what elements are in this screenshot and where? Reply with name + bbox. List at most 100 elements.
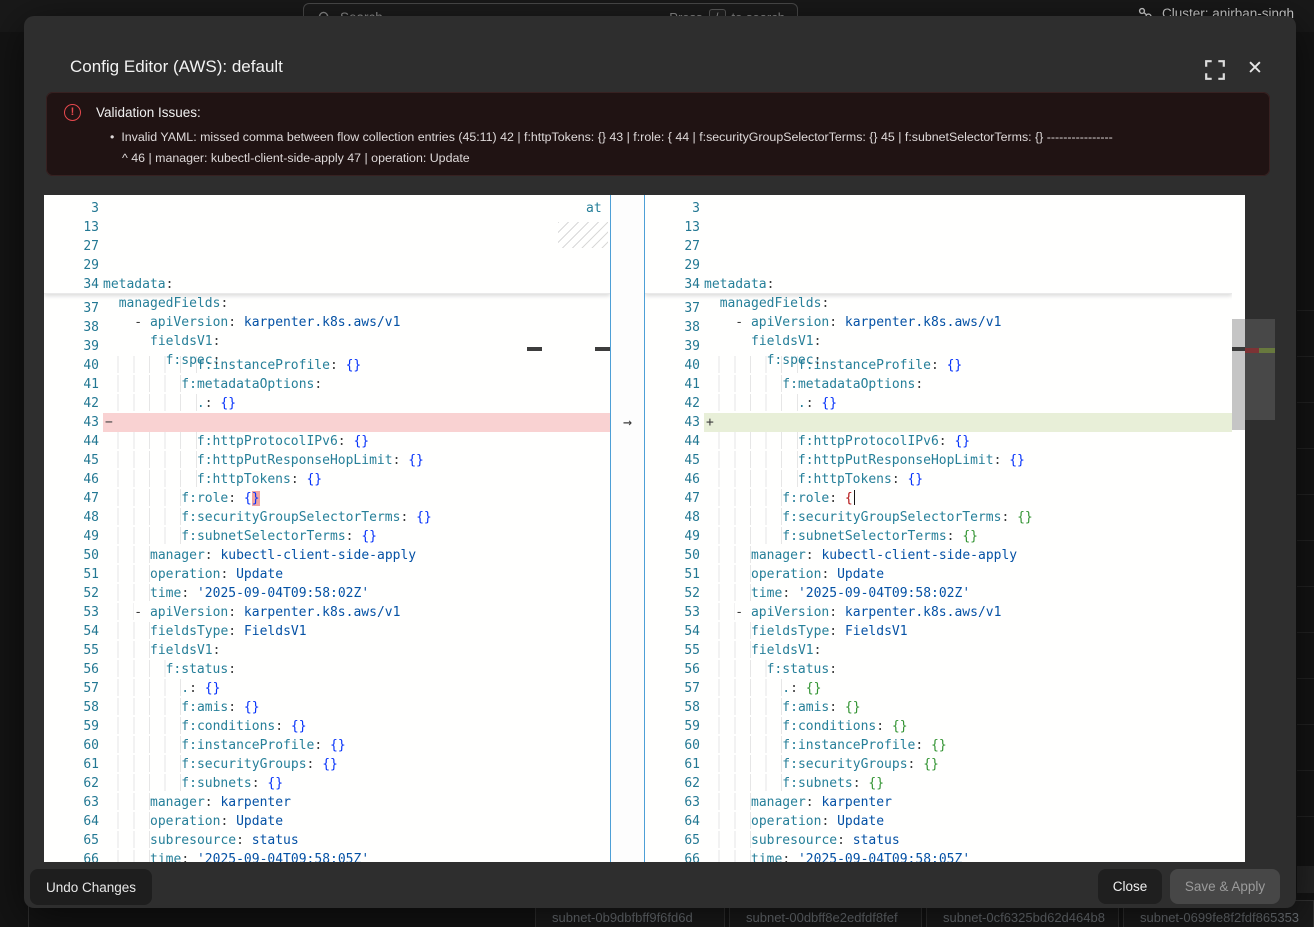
page: Search Press / to search Cluster: anirba… [0, 0, 1314, 927]
code-line-51[interactable]: 51 fieldsV1: [645, 565, 1232, 584]
save-apply-button-disabled[interactable]: Save & Apply [1170, 869, 1280, 904]
line-number: 62 [44, 774, 99, 793]
code-line-61[interactable]: 61 subresource: status [44, 755, 610, 774]
sticky-line-34[interactable]: 34 f:spec: [645, 275, 1232, 294]
code-line-48[interactable]: 48 time: '2025-09-04T09:58:02Z' [44, 508, 610, 527]
code-line-53[interactable]: 53 .: {} [44, 603, 610, 622]
validation-title: Validation Issues: [96, 105, 201, 120]
code-line-59[interactable]: 59 manager: karpenter [645, 717, 1232, 736]
code-line-60[interactable]: 60 operation: Update [44, 736, 610, 755]
line-number: 49 [44, 527, 99, 546]
diff-sign: + [706, 413, 714, 432]
code-line-46[interactable]: 46 manager: kubectl-client-side-apply [645, 470, 1232, 489]
line-number: 45 [44, 451, 99, 470]
background-row-line [1297, 356, 1314, 357]
code-line-65[interactable]: 65 uid: c8afe97e-38cc-4f91-a767-d15f2a8f… [44, 831, 610, 850]
code-line-46[interactable]: 46 manager: kubectl-client-side-apply [44, 470, 610, 489]
line-number: 58 [44, 698, 99, 717]
code-line-63[interactable]: 63 name: default [44, 793, 610, 812]
code-line-49[interactable]: 49 - apiVersion: karpenter.k8s.aws/v1 [645, 527, 1232, 546]
code-line-62[interactable]: 62 time: '2025-09-04T09:58:05Z' [645, 774, 1232, 793]
code-line-54[interactable]: 54 f:amis: {} [645, 622, 1232, 641]
background-row-line [1297, 816, 1314, 817]
sticky-line-27[interactable]: 27 - apiVersion: karpenter.k8s.aws/v1 [645, 237, 1232, 256]
code-line-59[interactable]: 59 manager: karpenter [44, 717, 610, 736]
code-line-58[interactable]: 58 f:subnets: {} [645, 698, 1232, 717]
code-line-60[interactable]: 60 operation: Update [645, 736, 1232, 755]
line-number: 66 [645, 850, 700, 862]
line-number: 62 [645, 774, 700, 793]
code-line-51[interactable]: 51 fieldsV1: [44, 565, 610, 584]
undo-changes-button[interactable]: Undo Changes [30, 869, 152, 905]
line-number: 48 [44, 508, 99, 527]
code-line-56[interactable]: 56 f:instanceProfile: {} [44, 660, 610, 679]
line-number: 55 [645, 641, 700, 660]
code-line-66[interactable]: 66 spec: [44, 850, 610, 862]
code-line-57[interactable]: 57 f:securityGroups: {} [645, 679, 1232, 698]
code-line-42[interactable]: 42 f:httpTokens: {} [44, 394, 610, 413]
overview-deleted-mark [1245, 348, 1259, 353]
code-line-49[interactable]: 49 - apiVersion: karpenter.k8s.aws/v1 [44, 527, 610, 546]
line-number: 13 [645, 218, 700, 237]
code-line-44[interactable]: 44 f:securityGroupSelectorTerms: {} [44, 432, 610, 451]
code-line-53[interactable]: 53 .: {} [645, 603, 1232, 622]
code-line-64[interactable]: 64 resourceVersion: '3429' [44, 812, 610, 831]
code-line-41[interactable]: 41 f:httpPutResponseHopLimit: {} [44, 375, 610, 394]
line-number: 45 [645, 451, 700, 470]
line-number: 48 [645, 508, 700, 527]
code-line-52[interactable]: 52 f:status: [645, 584, 1232, 603]
code-line-50[interactable]: 50 fieldsType: FieldsV1 [44, 546, 610, 565]
fullscreen-icon[interactable] [1204, 59, 1226, 81]
line-number: 52 [645, 584, 700, 603]
code-line-55[interactable]: 55 f:conditions: {} [44, 641, 610, 660]
code-line-50[interactable]: 50 fieldsType: FieldsV1 [645, 546, 1232, 565]
scrollbar-track[interactable] [1232, 195, 1245, 862]
code-line-61[interactable]: 61 subresource: status [645, 755, 1232, 774]
line-number: 46 [645, 470, 700, 489]
sticky-line-34[interactable]: 34 f:spec: [44, 275, 610, 294]
sticky-line-13[interactable]: 13 managedFields: [44, 218, 610, 237]
code-line-43[interactable]: 43 − f:role: {} [44, 413, 610, 432]
sticky-line-3[interactable]: 3 metadata: [645, 199, 1232, 218]
line-number: 29 [645, 256, 700, 275]
code-line-55[interactable]: 55 f:conditions: {} [645, 641, 1232, 660]
code-line-57[interactable]: 57 f:securityGroups: {} [44, 679, 610, 698]
sticky-line-29[interactable]: 29 fieldsV1: [645, 256, 1232, 275]
code-line-65[interactable]: 65 uid: c8afe97e-38cc-4f91-a767-d15f2a8f… [645, 831, 1232, 850]
code-line-45[interactable]: 45 f:subnetSelectorTerms: {} [645, 451, 1232, 470]
code-line-56[interactable]: 56 f:instanceProfile: {} [645, 660, 1232, 679]
close-button[interactable]: Close [1098, 869, 1162, 904]
ruler-dash [527, 347, 542, 351]
code-line-43[interactable]: 43 + f:role: { [645, 413, 1232, 432]
code-line-66[interactable]: 66 spec: [645, 850, 1232, 862]
code-line-47[interactable]: 47 operation: Update [645, 489, 1232, 508]
code-line-45[interactable]: 45 f:subnetSelectorTerms: {} [44, 451, 610, 470]
sticky-line-27[interactable]: 27 - apiVersion: karpenter.k8s.aws/v1 [44, 237, 610, 256]
code-line-41[interactable]: 41 f:httpPutResponseHopLimit: {} [645, 375, 1232, 394]
sticky-line-3[interactable]: 3 metadata: [44, 199, 610, 218]
code-line-48[interactable]: 48 time: '2025-09-04T09:58:02Z' [645, 508, 1232, 527]
sticky-line-13[interactable]: 13 managedFields: [645, 218, 1232, 237]
code-line-58[interactable]: 58 f:subnets: {} [44, 698, 610, 717]
line-number: 54 [44, 622, 99, 641]
code-line-42[interactable]: 42 f:httpTokens: {} [645, 394, 1232, 413]
code-line-62[interactable]: 62 time: '2025-09-04T09:58:05Z' [44, 774, 610, 793]
code-line-64[interactable]: 64 resourceVersion: '3429' [645, 812, 1232, 831]
code-line-52[interactable]: 52 f:status: [44, 584, 610, 603]
revert-change-arrow[interactable]: → [611, 413, 644, 432]
line-number: 56 [44, 660, 99, 679]
code-line-44[interactable]: 44 f:securityGroupSelectorTerms: {} [645, 432, 1232, 451]
scrollbar-slider[interactable] [1232, 319, 1245, 430]
sticky-line-29[interactable]: 29 fieldsV1: [44, 256, 610, 275]
validation-message-line1: •Invalid YAML: missed comma between flow… [110, 130, 1113, 144]
yaml-diff-editor: 36 f:instanceProfile: {} 37 f:metadataOp… [44, 195, 1275, 862]
line-number: 60 [44, 736, 99, 755]
collapsed-region-hatch[interactable] [558, 222, 608, 248]
code-line-47[interactable]: 47 operation: Update [44, 489, 610, 508]
close-icon[interactable]: ✕ [1244, 59, 1266, 81]
code-line-54[interactable]: 54 f:amis: {} [44, 622, 610, 641]
background-row-line [1297, 402, 1314, 403]
line-number: 60 [645, 736, 700, 755]
background-row-line [1297, 586, 1314, 587]
code-line-63[interactable]: 63 name: default [645, 793, 1232, 812]
